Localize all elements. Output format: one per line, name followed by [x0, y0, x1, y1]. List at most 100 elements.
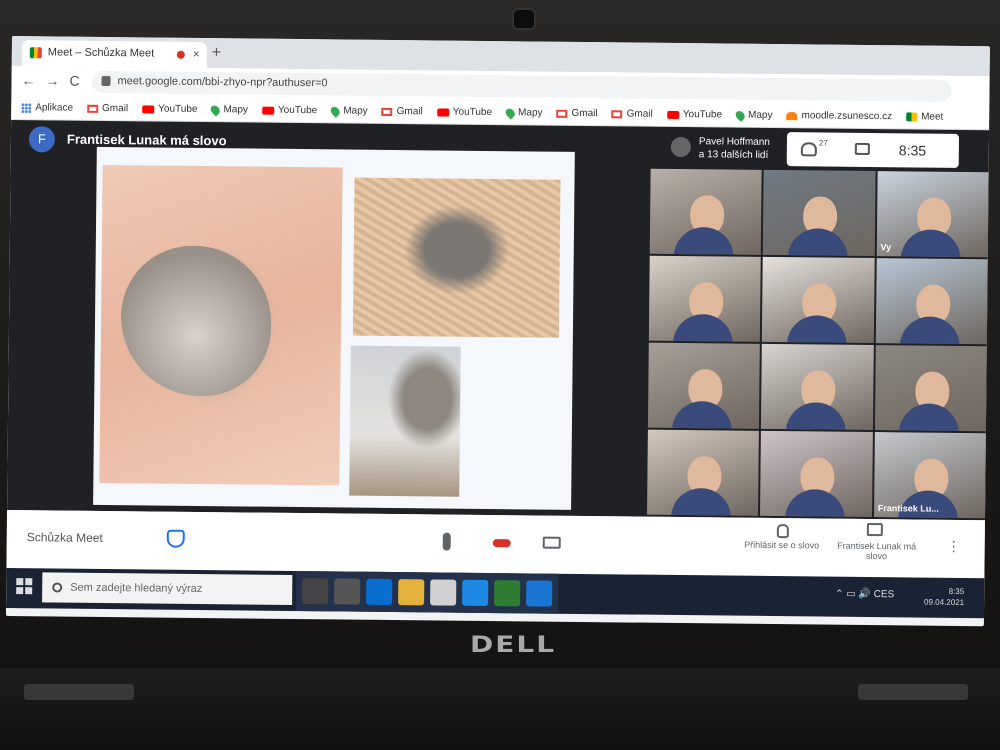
url-text: meet.google.com/bbi-zhyo-npr?authuser=0: [117, 75, 328, 90]
bookmark-item[interactable]: YouTube: [142, 103, 198, 115]
shield-icon[interactable]: [166, 529, 185, 548]
presenter-info[interactable]: Pavel Hoffmann a 13 dalších lidí: [699, 135, 770, 162]
bookmark-item[interactable]: YouTube: [261, 104, 318, 117]
system-tray-icons[interactable]: ⌃ ▭ 🔊 CES: [835, 589, 894, 601]
lock-icon: [101, 75, 111, 87]
windows-start-icon[interactable]: [16, 578, 33, 595]
bookmark-item[interactable]: Mapy: [328, 104, 368, 118]
screen: Meet – Schůzka Meet × + ← → C meet.googl…: [5, 36, 990, 627]
people-icon[interactable]: [800, 142, 817, 157]
meeting-details-button[interactable]: Schůzka Meet: [27, 530, 103, 545]
maps-icon: [328, 104, 342, 118]
system-clock[interactable]: 8:35 09.04.2021: [924, 586, 964, 608]
bookmark-label: Aplikace: [35, 102, 74, 114]
bookmark-item[interactable]: Mapy: [209, 103, 248, 117]
participant-tile[interactable]: [761, 343, 874, 431]
youtube-icon: [261, 106, 274, 115]
raise-hand-button[interactable]: Přihlásit se o slovo: [737, 540, 827, 551]
bookmark-label: YouTube: [277, 104, 318, 117]
apps-icon: [21, 102, 32, 113]
hang-up-icon[interactable]: [492, 539, 511, 548]
participant-tile[interactable]: [762, 256, 875, 344]
participant-tile[interactable]: [647, 342, 761, 429]
participant-tile[interactable]: [648, 255, 762, 342]
hinge-right: [858, 684, 968, 700]
bookmark-item[interactable]: Gmail: [611, 108, 653, 120]
bookmark-item[interactable]: Gmail: [556, 108, 598, 119]
chat-icon[interactable]: [854, 142, 870, 155]
participant-body: [787, 227, 848, 257]
back-button[interactable]: ←: [21, 72, 35, 88]
microphone-icon[interactable]: [442, 532, 451, 551]
mail-icon[interactable]: [462, 579, 489, 607]
bookmark-item[interactable]: YouTube: [666, 109, 722, 120]
participant-body: [900, 229, 962, 258]
participant-tile[interactable]: Frantisek Lu...: [873, 432, 986, 519]
reload-button[interactable]: C: [69, 73, 79, 89]
browser-tab[interactable]: Meet – Schůzka Meet ×: [21, 40, 207, 69]
edge-icon[interactable]: [366, 578, 393, 606]
participant-tile[interactable]: [647, 429, 760, 516]
participant-body: [672, 400, 733, 429]
participant-tile[interactable]: [874, 345, 987, 432]
participant-name: Vy: [880, 242, 892, 253]
more-options-icon[interactable]: ⋮: [947, 538, 961, 555]
file-explorer-icon[interactable]: [398, 579, 425, 606]
cortana-icon[interactable]: [302, 578, 329, 605]
task-view-icon[interactable]: [334, 578, 361, 605]
bookmark-item[interactable]: Gmail: [87, 103, 128, 114]
camera-icon[interactable]: [542, 536, 561, 549]
bookmark-label: moodle.zsunesco.cz: [801, 110, 893, 123]
bookmark-label: YouTube: [452, 106, 493, 119]
hamster-icon: [120, 245, 272, 397]
participant-body: [673, 313, 734, 342]
hamster-with-food-photo: [349, 345, 461, 497]
participant-body: [898, 403, 960, 432]
bookmark-item[interactable]: Mapy: [503, 106, 543, 120]
gmail-icon: [381, 107, 393, 116]
participant-body: [899, 316, 961, 345]
bookmark-label: Mapy: [518, 107, 543, 119]
moodle-icon: [786, 111, 798, 120]
bookmark-item[interactable]: Mapy: [733, 108, 773, 122]
bookmark-item[interactable]: moodle.zsunesco.cz: [786, 110, 892, 122]
gmail-icon: [611, 109, 623, 118]
bookmark-item[interactable]: YouTube: [436, 106, 493, 119]
top-controls: 27 8:35: [786, 132, 960, 168]
participant-tile[interactable]: [763, 169, 876, 257]
participant-tile[interactable]: [875, 258, 988, 345]
raise-hand-icon[interactable]: [776, 524, 789, 539]
participant-body: [784, 488, 846, 518]
meet-main: F Frantisek Lunak má slovo Pavel Hoffman…: [7, 119, 990, 521]
tab-close-icon[interactable]: ×: [193, 47, 200, 61]
hinge-left: [24, 684, 134, 700]
chrome-icon[interactable]: [494, 580, 521, 607]
participant-tile[interactable]: [649, 168, 762, 255]
presenter-button[interactable]: Frantisek Lunak má slovo: [829, 541, 925, 562]
search-icon: [52, 582, 63, 593]
tab-title: Meet – Schůzka Meet: [47, 46, 155, 60]
youtube-icon: [666, 110, 679, 119]
webcam-icon: [512, 8, 536, 30]
bookmark-label: Mapy: [343, 105, 368, 117]
forward-button[interactable]: →: [45, 72, 59, 88]
participant-tile[interactable]: [760, 430, 873, 518]
present-icon[interactable]: [866, 522, 883, 537]
bookmark-item[interactable]: Aplikace: [21, 102, 73, 114]
new-tab-button[interactable]: +: [212, 44, 222, 62]
dell-logo: DELL: [470, 631, 557, 658]
taskbar-apps: [295, 571, 559, 614]
bookmark-item[interactable]: Gmail: [381, 106, 423, 117]
meet-icon: [906, 112, 918, 122]
bookmark-item[interactable]: Meet: [906, 111, 943, 123]
store-icon[interactable]: [430, 579, 457, 606]
youtube-icon: [142, 104, 155, 113]
laptop-hinge: [0, 668, 1000, 750]
bookmark-label: YouTube: [158, 103, 198, 115]
taskbar-search-input[interactable]: Sem zadejte hledaný výraz: [42, 572, 293, 605]
maps-icon: [503, 106, 517, 120]
recording-icon: [176, 50, 185, 59]
internet-explorer-icon[interactable]: [526, 580, 553, 607]
participant-tile[interactable]: Vy: [876, 171, 989, 258]
meet-controls-bar: Schůzka Meet Přihlásit se o slovo Franti…: [6, 509, 985, 579]
